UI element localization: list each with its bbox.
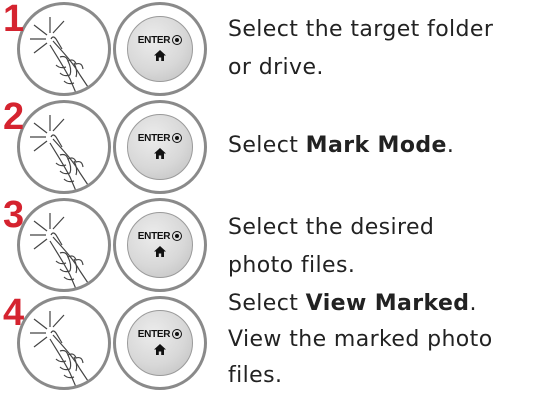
- step-number: 1: [3, 0, 25, 40]
- hand-illustration: [17, 100, 111, 194]
- step-4: 4 ENTER Select View Marked. View the mar…: [0, 291, 537, 394]
- step-number: 3: [3, 194, 25, 236]
- hand-illustration: [17, 198, 111, 292]
- enter-button-icon: ENTER: [127, 212, 193, 278]
- home-icon: [154, 148, 166, 159]
- hand-touch-icon: [30, 213, 93, 289]
- enter-label: ENTER: [137, 231, 171, 242]
- step-number: 4: [3, 292, 25, 334]
- enter-label: ENTER: [137, 35, 171, 46]
- step-text-line: or drive.: [228, 55, 324, 80]
- step-text-line: Select the target folder: [228, 17, 494, 42]
- step-text-line: Select View Marked.: [228, 291, 477, 316]
- ok-dot-icon: [172, 35, 183, 45]
- step-3: 3 ENTER Select the desired photo files.: [0, 194, 537, 296]
- hand-touch-icon: [30, 115, 93, 191]
- hand-touch-icon: [30, 311, 93, 387]
- step-text-line: photo files.: [228, 253, 356, 278]
- button-illustration: ENTER: [113, 2, 207, 96]
- step-text-line: Select the desired: [228, 215, 435, 240]
- hand-illustration: [17, 2, 111, 96]
- step-text-line: files.: [228, 363, 283, 388]
- home-icon: [154, 344, 166, 355]
- button-illustration: ENTER: [113, 100, 207, 194]
- step-description: Select View Marked. View the marked phot…: [228, 288, 493, 392]
- home-icon: [154, 50, 166, 61]
- hand-illustration: [17, 296, 111, 390]
- step-text-line: View the marked photo: [228, 327, 493, 352]
- step-description: Select Mark Mode.: [228, 130, 454, 162]
- ok-dot-icon: [172, 133, 183, 143]
- menu-option-name: View Marked: [305, 291, 470, 316]
- menu-option-name: Mark Mode: [305, 133, 447, 158]
- enter-label: ENTER: [137, 329, 171, 340]
- ok-dot-icon: [172, 231, 183, 241]
- hand-touch-icon: [30, 17, 93, 93]
- enter-label: ENTER: [137, 133, 171, 144]
- step-description: Select the desired photo files.: [228, 212, 434, 282]
- enter-button-icon: ENTER: [127, 114, 193, 180]
- button-illustration: ENTER: [113, 296, 207, 390]
- step-description: Select the target folder or drive.: [228, 14, 493, 84]
- button-illustration: ENTER: [113, 198, 207, 292]
- step-1: 1 ENTER Select the target folder or driv…: [0, 0, 537, 100]
- step-number: 2: [3, 96, 25, 138]
- enter-button-icon: ENTER: [127, 16, 193, 82]
- step-text-line: Select Mark Mode.: [228, 133, 455, 158]
- ok-dot-icon: [172, 329, 183, 339]
- step-2: 2 ENTER Select Mark Mode.: [0, 96, 537, 198]
- home-icon: [154, 246, 166, 257]
- enter-button-icon: ENTER: [127, 310, 193, 376]
